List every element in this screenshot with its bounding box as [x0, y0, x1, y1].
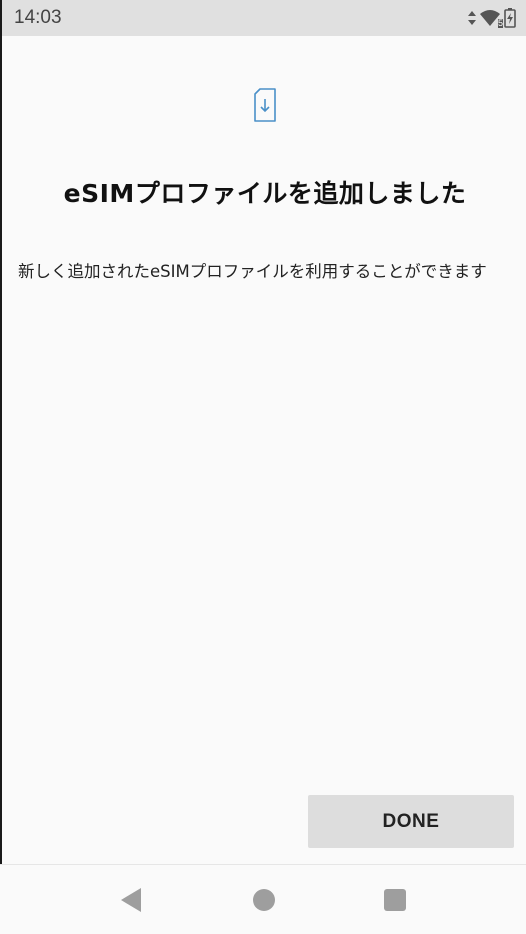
home-icon[interactable]: [253, 889, 275, 911]
esim-added-screen: eSIMプロファイルを追加しました 新しく追加されたeSIMプロファイルを利用す…: [0, 36, 526, 864]
data-arrows-icon: [468, 11, 476, 25]
battery-charging-icon: [504, 8, 516, 28]
description-text: 新しく追加されたeSIMプロファイルを利用することができます: [18, 262, 487, 281]
recents-icon[interactable]: [384, 889, 406, 911]
status-bar: 14:03 5: [0, 0, 526, 36]
status-time: 14:03: [14, 7, 62, 28]
wifi-icon: 5: [479, 9, 503, 28]
status-icons: 5: [468, 7, 516, 29]
navigation-bar: [0, 864, 526, 934]
done-button[interactable]: DONE: [308, 795, 514, 848]
page-title: eSIMプロファイルを追加しました: [63, 179, 467, 208]
wifi-badge: 5: [497, 18, 503, 28]
sim-download-icon: [254, 88, 276, 122]
back-icon[interactable]: [119, 887, 143, 913]
